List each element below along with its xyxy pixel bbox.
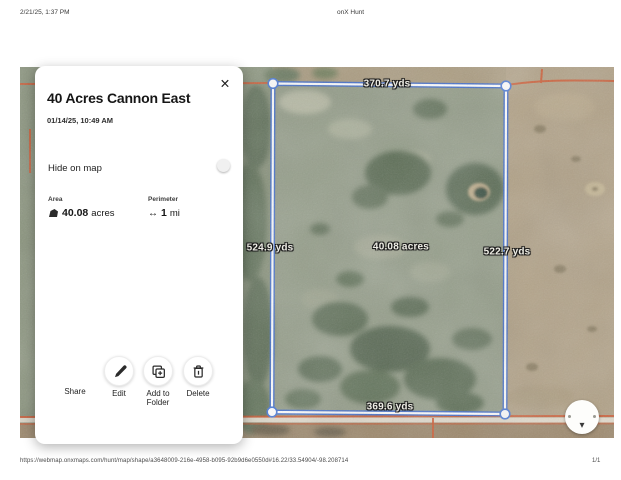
- perimeter-label: Perimeter: [148, 196, 180, 203]
- perimeter-value: 1: [161, 207, 167, 219]
- print-url: https://webmap.onxmaps.com/hunt/map/shap…: [20, 458, 348, 464]
- hide-on-map-row: Hide on map: [48, 158, 230, 174]
- delete-button[interactable]: Delete: [176, 356, 220, 398]
- trash-icon: [191, 364, 206, 379]
- share-icon: [61, 356, 89, 384]
- area-label: Area: [48, 196, 115, 203]
- print-app-title: onX Hunt: [337, 9, 364, 16]
- compass-dot-left: [568, 415, 571, 418]
- add-to-folder-icon: [151, 364, 166, 379]
- compass-dot-right: [593, 415, 596, 418]
- measurement-right-label: 522.7 yds: [484, 247, 531, 258]
- measurement-bottom-label: 369.6 yds: [367, 402, 414, 413]
- share-label: Share: [53, 387, 97, 396]
- hide-on-map-label: Hide on map: [48, 163, 102, 174]
- perimeter-arrows-icon: ↔: [148, 208, 158, 219]
- shape-timestamp: 01/14/25, 10:49 AM: [47, 116, 113, 125]
- page-indicator: 1/1: [592, 458, 600, 464]
- print-datetime: 2/21/25, 1:37 PM: [20, 9, 70, 16]
- chevron-down-icon: ▾: [565, 421, 599, 431]
- delete-label: Delete: [176, 389, 220, 398]
- compass-widget[interactable]: ▾: [565, 400, 599, 434]
- hide-on-map-toggle[interactable]: [217, 159, 230, 172]
- measurement-left-label: 524.9 yds: [247, 243, 294, 254]
- area-stat: Area 40.08 acres: [48, 196, 115, 219]
- shape-details-card: ✕ 40 Acres Cannon East 01/14/25, 10:49 A…: [35, 66, 243, 444]
- shape-title: 40 Acres Cannon East: [47, 90, 190, 106]
- print-page: 2/21/25, 1:37 PM onX Hunt: [0, 0, 621, 480]
- add-to-folder-button[interactable]: Add to Folder: [136, 356, 180, 407]
- share-button[interactable]: Share: [53, 356, 97, 396]
- measurement-area-label: 40.08 acres: [373, 242, 429, 253]
- shape-actions: Share Edit Add to Folder: [35, 356, 243, 410]
- area-value: 40.08: [62, 207, 88, 219]
- area-unit: acres: [91, 208, 114, 219]
- perimeter-unit: mi: [170, 208, 180, 219]
- edit-button[interactable]: Edit: [97, 356, 141, 398]
- close-button[interactable]: ✕: [217, 76, 233, 92]
- pencil-icon: [112, 364, 127, 379]
- area-icon: [48, 208, 59, 218]
- add-to-folder-label: Add to Folder: [136, 389, 180, 407]
- edit-label: Edit: [97, 389, 141, 398]
- measurement-top-label: 370.7 yds: [364, 79, 411, 90]
- perimeter-stat: Perimeter ↔ 1 mi: [148, 196, 180, 219]
